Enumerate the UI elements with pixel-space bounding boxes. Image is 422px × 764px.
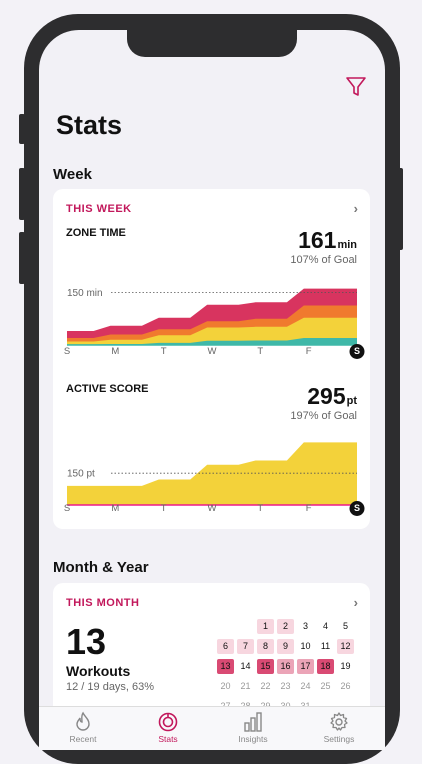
page-title: Stats [56, 110, 123, 140]
workout-count: 13 [66, 621, 107, 662]
tab-insights-label: Insights [238, 734, 268, 744]
day-tick-label: M [111, 503, 120, 514]
calendar-day[interactable]: 24 [297, 679, 314, 694]
calendar-day[interactable]: 3 [297, 619, 314, 634]
month-card-title: THIS MONTH [66, 597, 140, 609]
calendar-day[interactable]: 19 [337, 659, 354, 674]
goal-line-label: 150 pt [67, 469, 95, 480]
day-tick-label: W [207, 346, 217, 357]
day-tick-label: T [160, 503, 167, 514]
gear-icon [330, 712, 348, 731]
calendar-day[interactable]: 4 [317, 619, 334, 634]
calendar-day[interactable]: 25 [317, 679, 334, 694]
zone-time-chart: 150 min [67, 288, 357, 346]
calendar-day[interactable]: 16 [277, 659, 294, 674]
day-tick-label: F [305, 346, 312, 357]
zone-time-goal: 107% of Goal [290, 254, 357, 266]
chevron-right-icon[interactable]: › [354, 595, 358, 610]
active-score-unit: pt [346, 395, 357, 407]
calendar-day[interactable]: 18 [317, 659, 334, 674]
calendar-day[interactable]: 13 [217, 659, 234, 674]
zone-time-unit: min [337, 239, 357, 251]
active-score-value: 295pt [307, 383, 357, 410]
calendar-day[interactable]: 5 [337, 619, 354, 634]
calendar-day[interactable]: 8 [257, 639, 274, 654]
calendar-day[interactable]: 22 [257, 679, 274, 694]
calendar-day[interactable]: 23 [277, 679, 294, 694]
day-tick-label: F [305, 503, 312, 514]
workout-days-summary: 12 / 19 days, 63% [66, 681, 155, 693]
day-tick-label: W [207, 503, 217, 514]
zone-time-number: 161 [298, 227, 337, 253]
calendar-day[interactable]: 11 [317, 639, 334, 654]
tab-stats[interactable]: Stats [138, 711, 198, 744]
day-tick-label: T [257, 503, 264, 514]
week-card[interactable]: THIS WEEK › ZONE TIME 161min 107% of Goa… [53, 189, 370, 529]
calendar-day[interactable]: 12 [337, 639, 354, 654]
chevron-right-icon[interactable]: › [354, 201, 358, 216]
week-card-title: THIS WEEK [66, 203, 132, 215]
month-card[interactable]: THIS MONTH › 13 Workouts 12 / 19 days, 6… [53, 583, 370, 723]
calendar-day[interactable]: 17 [297, 659, 314, 674]
calendar-day[interactable]: 26 [337, 679, 354, 694]
zone-time-label: ZONE TIME [66, 227, 126, 239]
tab-settings-label: Settings [323, 734, 355, 744]
zone-time-value: 161min [298, 227, 357, 254]
active-score-goal: 197% of Goal [290, 410, 357, 422]
day-tick-label: T [257, 346, 264, 357]
notch [127, 30, 297, 57]
workout-count-label: Workouts [66, 663, 131, 679]
tab-insights[interactable]: Insights [223, 711, 283, 744]
calendar-day[interactable]: 21 [237, 679, 254, 694]
screen: Stats Week THIS WEEK › ZONE TIME 161min … [39, 30, 385, 750]
day-tick-label: S [63, 503, 71, 514]
tab-recent-label: Recent [69, 734, 97, 744]
device: Stats Week THIS WEEK › ZONE TIME 161min … [0, 0, 422, 764]
goal-line-label: 150 min [67, 288, 103, 299]
active-score-label: ACTIVE SCORE [66, 383, 149, 395]
calendar-day[interactable]: 14 [237, 659, 254, 674]
calendar-day[interactable]: 15 [257, 659, 274, 674]
calendar-day[interactable]: 2 [277, 619, 294, 634]
day-tick-label: S [349, 501, 365, 516]
section-week-title: Week [53, 166, 92, 183]
bar-chart-icon [244, 712, 262, 732]
tab-bar: Recent Stats Insights Settings [39, 706, 385, 750]
tab-settings[interactable]: Settings [309, 711, 369, 744]
calendar-day[interactable]: 7 [237, 639, 254, 654]
calendar-day[interactable]: 20 [217, 679, 234, 694]
tab-recent[interactable]: Recent [53, 711, 113, 744]
day-tick-label: S [349, 344, 365, 359]
active-score-number: 295 [307, 383, 346, 409]
stats-ring-icon [158, 712, 178, 732]
series-area-0 [67, 442, 357, 505]
calendar-day[interactable]: 1 [257, 619, 274, 634]
section-month-title: Month & Year [53, 559, 149, 576]
calendar-day[interactable]: 9 [277, 639, 294, 654]
tab-stats-label: Stats [158, 734, 178, 744]
filter-icon[interactable] [345, 76, 367, 98]
calendar-day[interactable]: 6 [217, 639, 234, 654]
day-tick-label: T [160, 346, 167, 357]
active-score-chart: 150 pt [67, 442, 357, 506]
day-tick-label: S [63, 346, 71, 357]
calendar-day[interactable]: 10 [297, 639, 314, 654]
flame-icon [76, 711, 90, 731]
day-tick-label: M [111, 346, 120, 357]
